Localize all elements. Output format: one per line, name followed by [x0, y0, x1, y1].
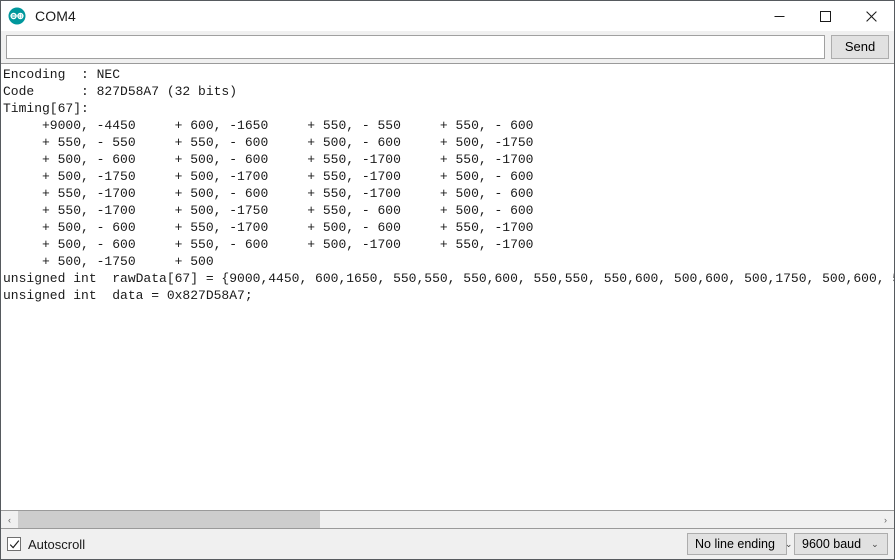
line-ending-value: No line ending [695, 537, 775, 551]
maximize-icon [819, 10, 831, 22]
console-line: + 500, - 600 + 500, - 600 + 550, -1700 +… [3, 152, 534, 167]
horizontal-scrollbar[interactable]: ‹ › [1, 511, 894, 529]
console-line: Encoding : NEC [3, 67, 121, 82]
status-bar-dropdowns: No line ending ⌄ 9600 baud ⌄ [687, 533, 888, 555]
send-button[interactable]: Send [831, 35, 889, 59]
line-ending-select[interactable]: No line ending ⌄ [687, 533, 792, 555]
console-line: + 500, -1750 + 500 [3, 254, 214, 269]
scroll-right-arrow-icon[interactable]: › [877, 511, 894, 528]
window-title: COM4 [35, 8, 76, 24]
console-line: + 500, -1750 + 500, -1700 + 550, -1700 +… [3, 169, 534, 184]
autoscroll-label: Autoscroll [28, 536, 86, 552]
console-line: +9000, -4450 + 600, -1650 + 550, - 550 +… [3, 118, 534, 133]
console-output-panel[interactable]: Encoding : NEC Code : 827D58A7 (32 bits) T… [1, 63, 894, 511]
baud-rate-select[interactable]: 9600 baud ⌄ [794, 533, 888, 555]
title-bar: COM4 [1, 1, 894, 31]
maximize-button[interactable] [802, 1, 848, 31]
baud-rate-value: 9600 baud [802, 537, 862, 551]
minimize-button[interactable] [756, 1, 802, 31]
console-line: unsigned int rawData[67] = {9000,4450, 6… [3, 271, 894, 286]
console-text: Encoding : NEC Code : 827D58A7 (32 bits) T… [1, 64, 894, 510]
window-controls [756, 1, 894, 31]
console-line: + 550, -1700 + 500, -1750 + 550, - 600 +… [3, 203, 534, 218]
console-line: + 550, -1700 + 500, - 600 + 550, -1700 +… [3, 186, 534, 201]
checkbox-box [7, 537, 21, 551]
close-button[interactable] [848, 1, 894, 31]
console-line: + 550, - 550 + 550, - 600 + 500, - 600 +… [3, 135, 534, 150]
console-line: Code : 827D58A7 (32 bits) [3, 84, 238, 99]
minimize-icon [774, 15, 784, 17]
console-line: + 500, - 600 + 550, - 600 + 500, -1700 +… [3, 237, 534, 252]
status-bar: Autoscroll No line ending ⌄ 9600 baud ⌄ [1, 529, 894, 559]
scrollbar-thumb[interactable] [18, 511, 320, 528]
send-input[interactable] [6, 35, 825, 59]
chevron-down-icon: ⌄ [784, 538, 793, 549]
checkmark-icon [9, 539, 19, 548]
chevron-down-icon: ⌄ [871, 538, 879, 549]
serial-monitor-window: COM4 Send Encoding: NEC Code: 827D58A7… [0, 0, 895, 560]
console-line: Timing[67]: [3, 101, 89, 116]
arduino-logo-icon [8, 7, 26, 25]
scroll-left-arrow-icon[interactable]: ‹ [1, 511, 18, 528]
close-icon [865, 10, 877, 22]
send-bar: Send [1, 31, 894, 63]
console-line: + 500, - 600 + 550, -1700 + 500, - 600 +… [3, 220, 534, 235]
console-line: unsigned int data = 0x827D58A7; [3, 288, 253, 303]
autoscroll-checkbox[interactable]: Autoscroll [7, 537, 85, 552]
scrollbar-track[interactable] [18, 511, 877, 528]
